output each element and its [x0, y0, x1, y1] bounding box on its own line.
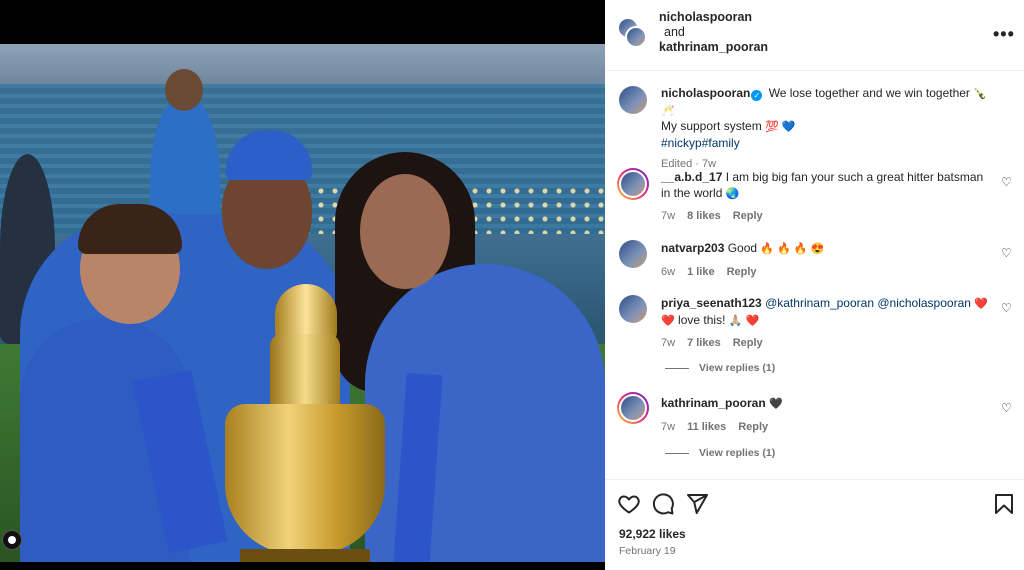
comment-username[interactable]: __a.b.d_17 [661, 170, 722, 184]
post-media[interactable] [0, 0, 605, 570]
post-photo[interactable] [0, 44, 605, 562]
avatar[interactable] [619, 295, 647, 323]
like-comment-heart-icon[interactable]: ♡ [1001, 175, 1012, 189]
view-replies-label: View replies (1) [699, 362, 776, 374]
trophy-cup [225, 404, 385, 554]
caption-username[interactable]: nicholaspooran [661, 86, 750, 100]
like-comment-heart-icon[interactable]: ♡ [1001, 246, 1012, 260]
story-ring[interactable] [617, 168, 649, 200]
share-icon[interactable] [685, 492, 709, 516]
comment-likes[interactable]: 11 likes [687, 420, 726, 436]
coauthor-username[interactable]: kathrinam_pooran [659, 40, 768, 55]
trophy-neck [270, 334, 340, 414]
caption-emoji: 💯 💙 [765, 121, 796, 133]
view-replies-label: View replies (1) [699, 447, 776, 459]
author-conjunction: and [664, 25, 685, 39]
verified-badge-icon: ✓ [751, 90, 763, 101]
comment-likes[interactable]: 1 like [687, 265, 715, 281]
comment-time: 7w [661, 210, 676, 222]
coauthor-avatar[interactable] [625, 26, 647, 48]
comment-emoji: 🔥 🔥 🔥 😍 [760, 243, 825, 255]
divider [665, 452, 689, 454]
post-header: nicholaspooran and kathrinam_pooran ••• [605, 0, 1024, 71]
caption-text: My support system [661, 119, 762, 133]
avatar[interactable] [621, 396, 645, 420]
divider [665, 367, 689, 369]
comment-text: Good [727, 241, 758, 255]
avatar[interactable] [619, 240, 647, 268]
post-actions: 92,922 likes February 19 [605, 479, 1024, 570]
heart-icon[interactable] [617, 492, 641, 516]
reply-button[interactable]: Reply [733, 209, 763, 225]
comment-username[interactable]: natvarp203 [661, 241, 724, 255]
comment-text: love this! [678, 312, 726, 327]
caption-text: We lose together and we win together [768, 86, 970, 100]
comment-time: 7w [661, 420, 676, 433]
avatar[interactable] [619, 86, 647, 114]
stadium-roof [0, 44, 605, 84]
comment-emoji: 🌏 [725, 187, 740, 200]
view-replies-button[interactable]: View replies (1) [665, 447, 775, 459]
tagged-users-icon[interactable] [2, 530, 22, 550]
background-person-head [165, 69, 203, 111]
comment-emoji: ❤️ [974, 298, 988, 310]
comment-username[interactable]: kathrinam_pooran [661, 396, 766, 410]
like-comment-heart-icon[interactable]: ♡ [1001, 401, 1012, 415]
comment-time: 6w [661, 265, 676, 278]
post-date[interactable]: February 19 [619, 545, 676, 557]
caption-hashtags[interactable]: #nickyp#family [661, 136, 740, 150]
comment-username[interactable]: priya_seenath123 [661, 296, 762, 310]
comments-list[interactable]: nicholaspooran ✓ We lose together and we … [605, 72, 1024, 480]
comment-likes[interactable]: 7 likes [687, 336, 721, 352]
bookmark-icon[interactable] [992, 492, 1016, 516]
comment-likes[interactable]: 8 likes [687, 209, 721, 225]
comment-emoji: ❤️ [661, 314, 675, 327]
post-side-panel: nicholaspooran and kathrinam_pooran ••• … [605, 0, 1024, 570]
comment-mention[interactable]: @kathrinam_pooran [765, 296, 874, 310]
reply-button[interactable]: Reply [733, 336, 763, 352]
comment-emoji: 🙏🏼 ❤️ [728, 314, 760, 327]
view-replies-button[interactable]: View replies (1) [665, 362, 775, 374]
like-comment-heart-icon[interactable]: ♡ [1001, 301, 1012, 315]
trophy-base [240, 549, 370, 562]
avatar[interactable] [621, 172, 645, 196]
author-names: nicholaspooran and kathrinam_pooran [659, 10, 768, 55]
reply-button[interactable]: Reply [738, 420, 768, 436]
story-ring[interactable] [617, 392, 649, 424]
more-icon[interactable]: ••• [993, 24, 1015, 45]
comment-time: 7w [661, 337, 676, 349]
author-username[interactable]: nicholaspooran [659, 10, 768, 25]
comment-icon[interactable] [651, 492, 675, 516]
woman-head [360, 174, 450, 289]
comment-emoji: 🖤 [769, 398, 783, 410]
reply-button[interactable]: Reply [727, 265, 757, 281]
likes-count[interactable]: 92,922 likes [619, 527, 686, 541]
comment-mention[interactable]: @nicholaspooran [877, 296, 971, 310]
